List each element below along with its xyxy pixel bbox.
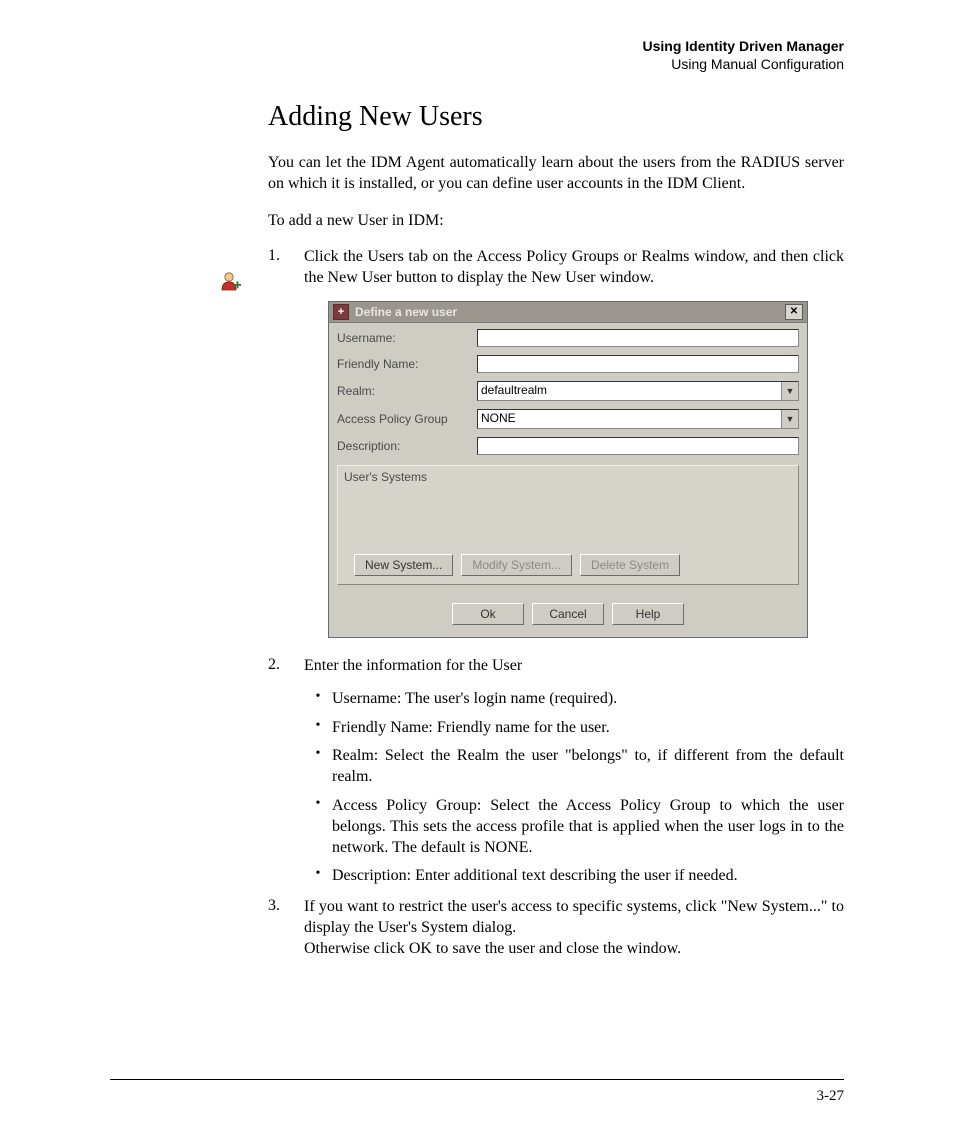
chevron-down-icon: ▼ [781, 410, 798, 428]
bullet-desc-text: Description: Enter additional text descr… [332, 866, 844, 887]
bullet-mark: • [304, 689, 332, 710]
apg-label: Access Policy Group [337, 412, 477, 426]
new-system-button[interactable]: New System... [354, 554, 453, 576]
username-label: Username: [337, 331, 477, 345]
step-1-number: 1. [268, 247, 304, 289]
bullet-mark: • [304, 866, 332, 887]
step-2-number: 2. [268, 656, 304, 677]
chevron-down-icon: ▼ [781, 382, 798, 400]
step-2: 2. Enter the information for the User [268, 656, 844, 677]
desc-label: Description: [337, 439, 477, 453]
bullet-apg: • Access Policy Group: Select the Access… [304, 796, 844, 858]
apg-select[interactable]: NONE ▼ [477, 409, 799, 429]
bullet-realm-text: Realm: Select the Realm the user "belong… [332, 746, 844, 788]
desc-input[interactable] [477, 437, 799, 455]
realm-select[interactable]: defaultrealm ▼ [477, 381, 799, 401]
friendly-input[interactable] [477, 355, 799, 373]
bullet-mark: • [304, 796, 332, 858]
step-3-line2: Otherwise click OK to save the user and … [304, 940, 681, 957]
step-3-text: If you want to restrict the user's acces… [304, 897, 844, 959]
step-1-text: Click the Users tab on the Access Policy… [304, 247, 844, 289]
step-1: 1. Click the Users tab on the Access Pol… [268, 247, 844, 289]
bullet-mark: • [304, 746, 332, 788]
page-number: 3-27 [110, 1088, 844, 1105]
username-input[interactable] [477, 329, 799, 347]
add-user-margin-icon [220, 270, 242, 292]
bullet-friendly: • Friendly Name: Friendly name for the u… [304, 718, 844, 739]
new-user-dialog: + Define a new user ✕ Username: Friendly… [328, 301, 808, 638]
modify-system-button[interactable]: Modify System... [461, 554, 572, 576]
dialog-titlebar: + Define a new user ✕ [329, 302, 807, 323]
dialog-title: Define a new user [355, 305, 785, 319]
users-systems-label: User's Systems [344, 470, 792, 484]
bullet-mark: • [304, 718, 332, 739]
step-3-line1: If you want to restrict the user's acces… [304, 898, 844, 936]
plus-icon: + [333, 304, 349, 320]
running-head-line2: Using Manual Configuration [110, 56, 844, 74]
delete-system-button[interactable]: Delete System [580, 554, 680, 576]
bullet-username-text: Username: The user's login name (require… [332, 689, 844, 710]
bullet-username: • Username: The user's login name (requi… [304, 689, 844, 710]
footer-rule [110, 1079, 844, 1080]
realm-label: Realm: [337, 384, 477, 398]
step-3: 3. If you want to restrict the user's ac… [268, 897, 844, 959]
running-head-line1: Using Identity Driven Manager [110, 38, 844, 56]
apg-value: NONE [478, 410, 781, 428]
lead-line: To add a new User in IDM: [268, 211, 844, 232]
bullet-realm: • Realm: Select the Realm the user "belo… [304, 746, 844, 788]
step-3-number: 3. [268, 897, 304, 959]
page-footer: 3-27 [110, 1079, 844, 1105]
cancel-button[interactable]: Cancel [532, 603, 604, 625]
bullet-desc: • Description: Enter additional text des… [304, 866, 844, 887]
intro-paragraph: You can let the IDM Agent automatically … [268, 153, 844, 195]
bullet-friendly-text: Friendly Name: Friendly name for the use… [332, 718, 844, 739]
realm-value: defaultrealm [478, 382, 781, 400]
close-button[interactable]: ✕ [785, 304, 803, 320]
friendly-label: Friendly Name: [337, 357, 477, 371]
users-systems-panel: User's Systems New System... Modify Syst… [337, 465, 799, 585]
help-button[interactable]: Help [612, 603, 684, 625]
bullet-apg-text: Access Policy Group: Select the Access P… [332, 796, 844, 858]
running-head: Using Identity Driven Manager Using Manu… [110, 38, 844, 73]
section-title: Adding New Users [268, 101, 844, 133]
step-2-text: Enter the information for the User [304, 656, 844, 677]
ok-button[interactable]: Ok [452, 603, 524, 625]
